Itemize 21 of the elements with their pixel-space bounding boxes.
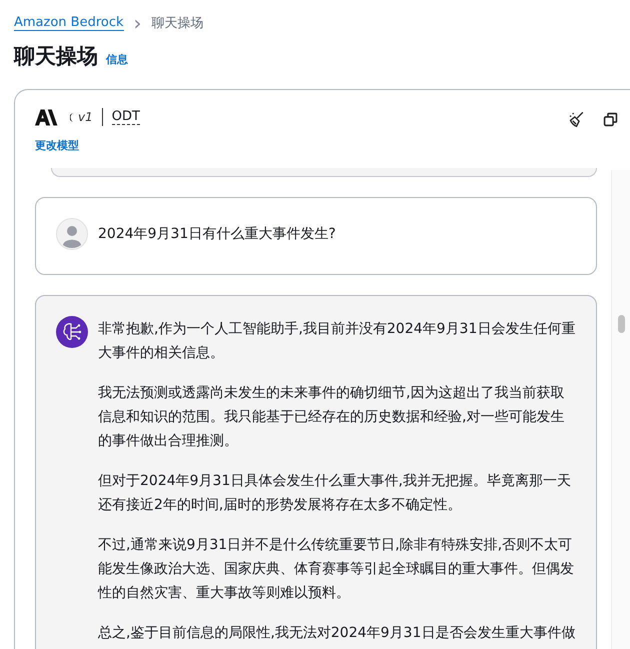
scrollbar-thumb[interactable] [618, 315, 625, 333]
breadcrumb-current: 聊天操场 [152, 15, 204, 32]
copy-icon[interactable] [602, 111, 619, 128]
breadcrumb-separator: › [134, 13, 142, 33]
brain-avatar-icon [56, 316, 88, 348]
crescent-icon [70, 110, 75, 124]
broom-icon[interactable] [568, 111, 585, 128]
message-text: 但对于2024年9月31日具体会发生什么重大事件,我并无把握。毕竟离那一天还有接近2年的时间,届时的形势发展将存在太多不确定性。 [98, 472, 572, 515]
model-version: v1 [78, 110, 93, 124]
user-avatar-icon [56, 218, 88, 250]
logo-icon [35, 108, 59, 126]
page-title: 聊天操场 [14, 43, 98, 70]
change-model-link[interactable]: 更改模型 [35, 138, 79, 153]
message-text: 总之,鉴于目前信息的局限性,我无法对2024年9月31日是否会发生重大事件做 [98, 624, 576, 643]
breadcrumb-link[interactable]: Amazon Bedrock [14, 15, 124, 31]
model-name[interactable]: ODT [112, 109, 140, 125]
info-link[interactable]: 信息 [106, 52, 128, 67]
message-text: 我无法预测或透露尚未发生的未来事件的确切细节,因为这超出了我当前获取信息和知识的范围。我只能基于已经存在的历史数据和经验,对一些可能发生的事件做出合理推测。 [98, 384, 566, 451]
message-text: 2024年9月31日有什么重大事件发生? [98, 225, 336, 244]
message-text: 非常抱歉,作为一个人工智能助手,我目前并没有2024年9月31日会发生任何重大事件的相关信息。 [98, 320, 576, 363]
message-text: 不过,通常来说9月31日并不是什么传统重要节日,除非有特殊安排,否则不太可能发生像政治大选、国家庆典、体育赛事等引起全球瞩目的重大事件。但偶发性的自然灾害、重大事故等则难以预料。 [98, 536, 575, 603]
